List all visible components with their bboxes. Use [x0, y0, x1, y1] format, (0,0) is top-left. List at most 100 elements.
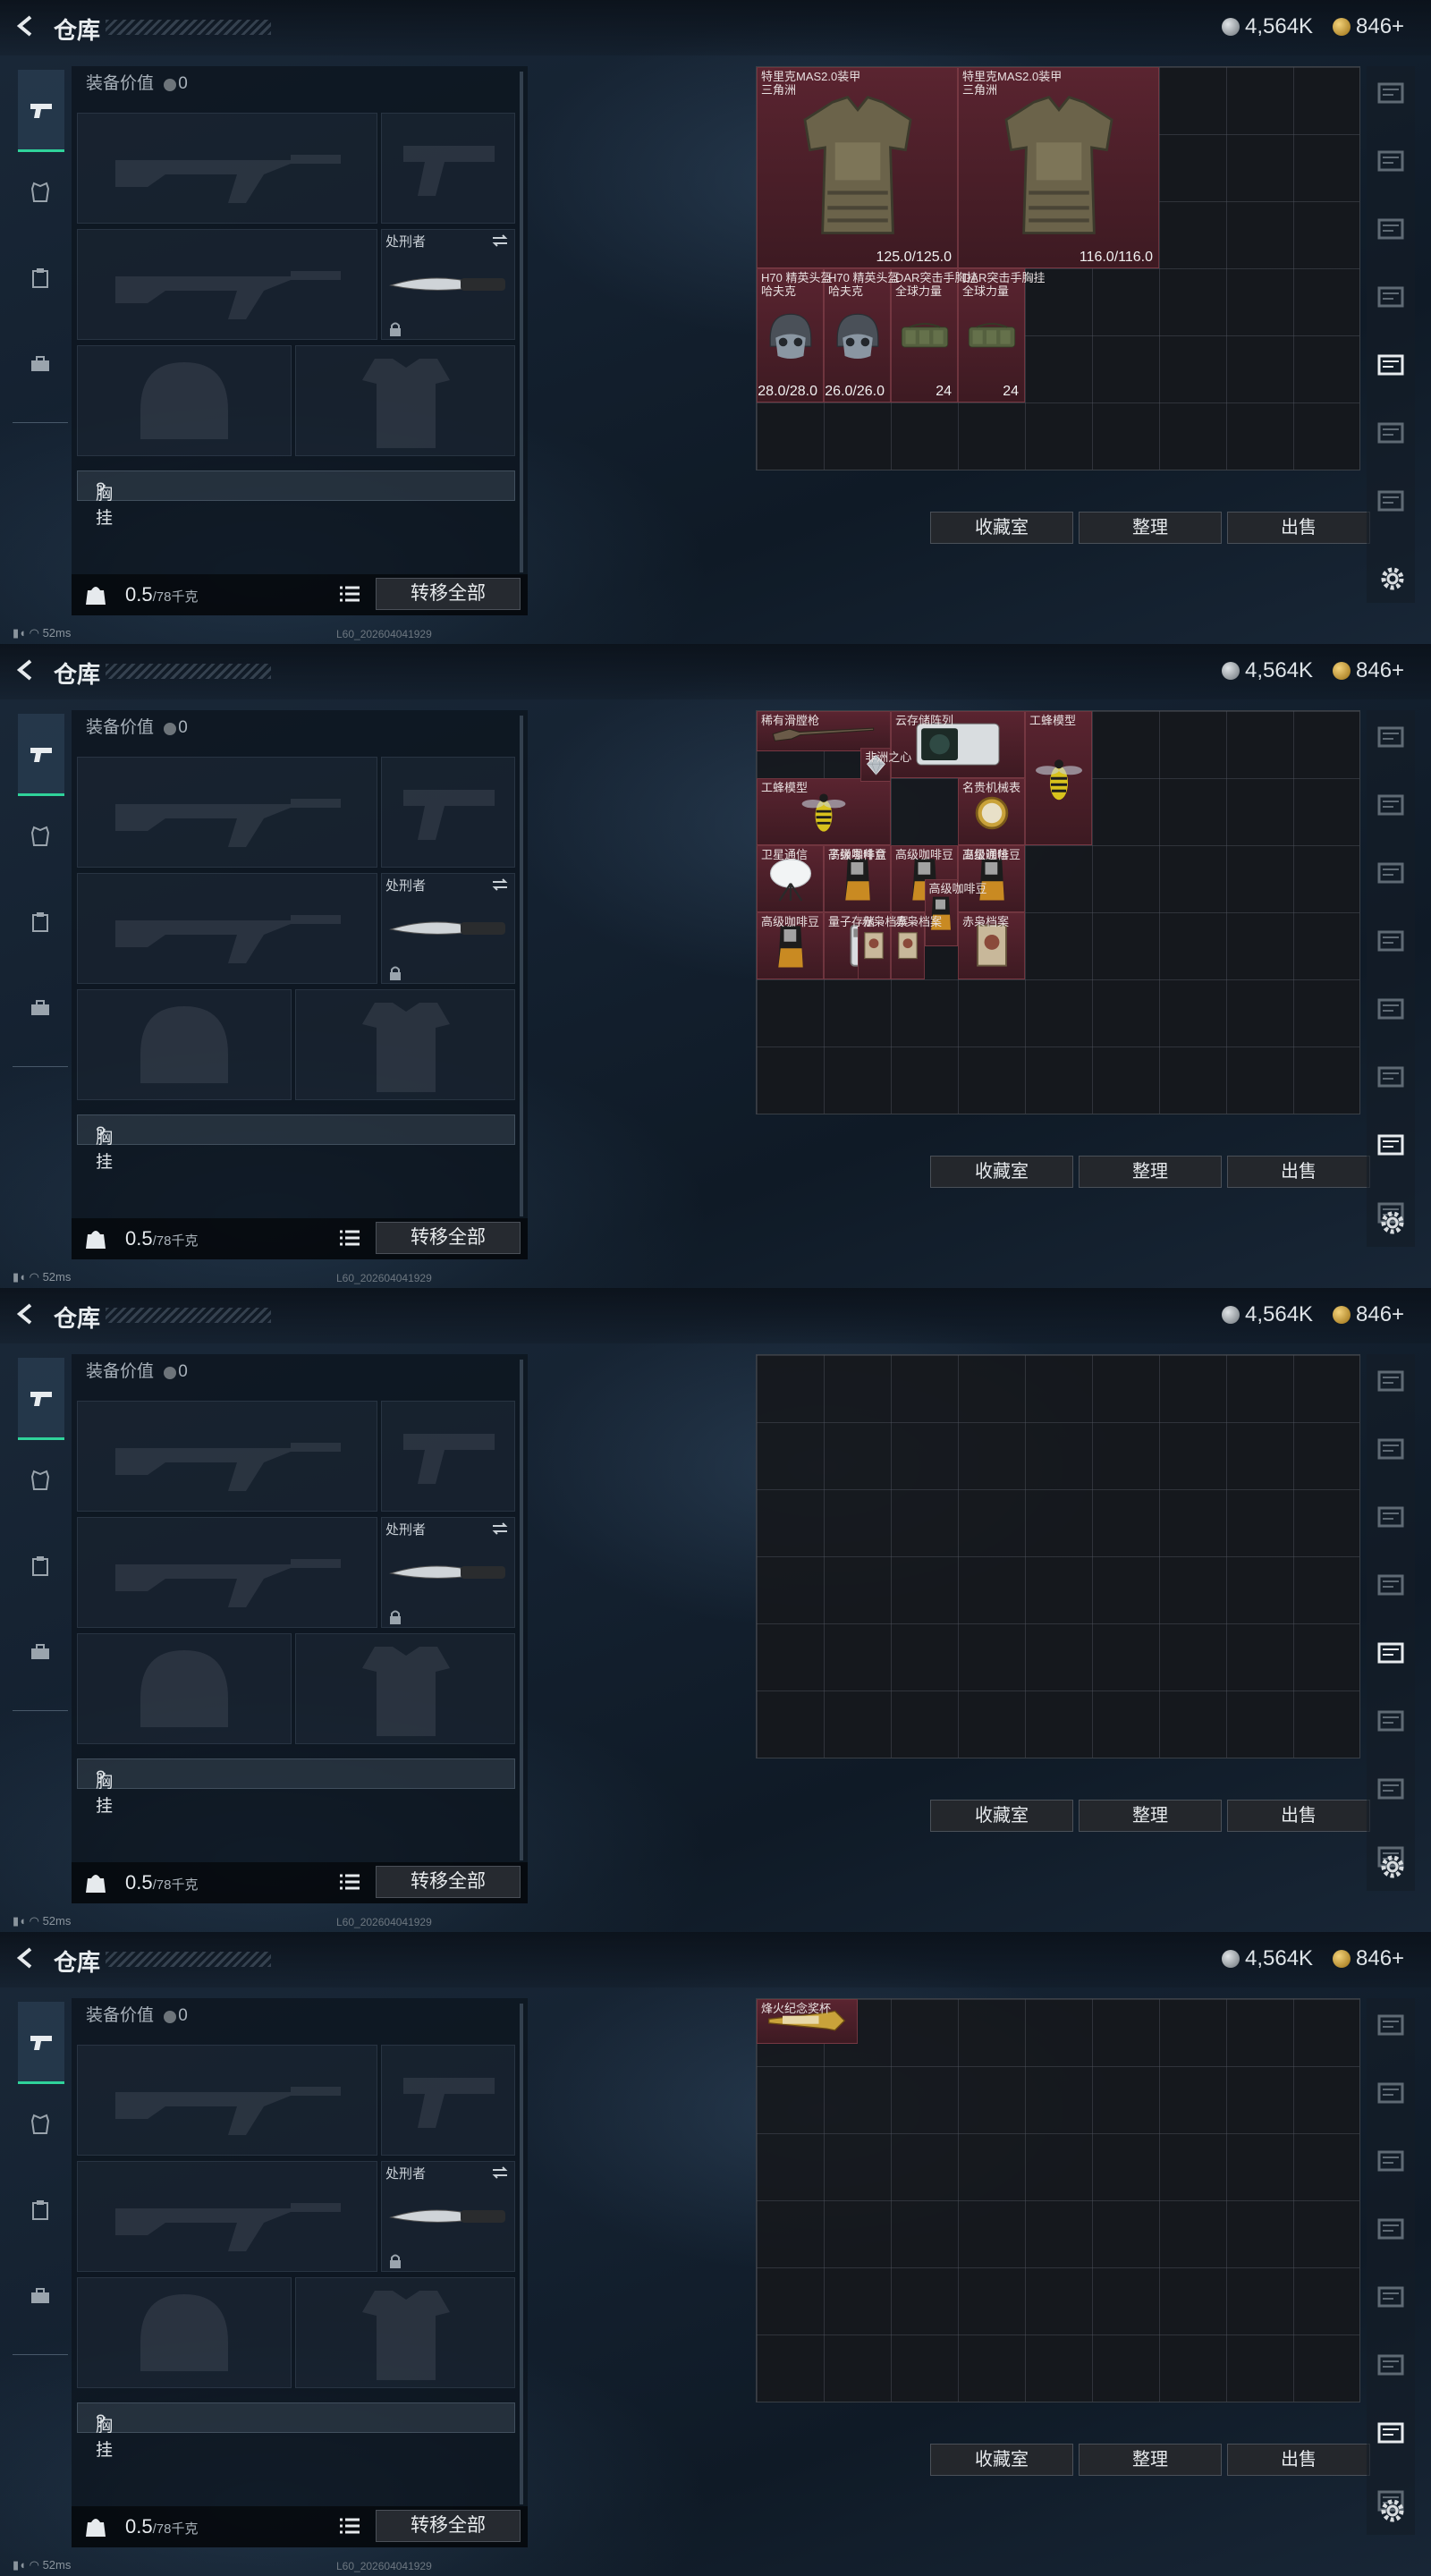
storage-tab-2[interactable] [1376, 1435, 1408, 1463]
swap-icon[interactable] [491, 2165, 509, 2180]
transfer-all-button[interactable]: 转移全部 [376, 578, 521, 610]
sell-button[interactable]: 出售 [1227, 1800, 1370, 1832]
organize-button[interactable]: 整理 [1079, 1800, 1222, 1832]
list-icon[interactable] [340, 1229, 360, 1247]
left-scrollbar[interactable] [520, 1360, 523, 1860]
storage-item[interactable]: 赤枭档案 [958, 912, 1025, 979]
storage-tab-6[interactable] [1376, 1707, 1408, 1735]
armor-slot[interactable] [295, 2277, 515, 2388]
storage-tab-5[interactable] [1376, 351, 1408, 379]
storage-item[interactable]: 高级咖啡豆 [824, 845, 891, 912]
sell-button[interactable]: 出售 [1227, 512, 1370, 544]
storage-tab-2[interactable] [1376, 2079, 1408, 2107]
storage-item[interactable]: 卫星通信 [757, 845, 824, 912]
helmet-slot[interactable] [77, 345, 292, 456]
left-scrollbar[interactable] [520, 716, 523, 1216]
storage-item[interactable]: 高级咖啡豆 [924, 878, 987, 946]
nav-armor[interactable] [20, 816, 61, 857]
storage-item[interactable]: 稀有滑膛枪 [757, 711, 891, 751]
storage-item[interactable]: 烽火纪念奖杯 [757, 1999, 858, 2044]
storage-tab-1[interactable] [1376, 723, 1408, 751]
sell-button[interactable]: 出售 [1227, 2444, 1370, 2476]
chest-help-icon[interactable]: ? [96, 2412, 106, 2432]
collection-room-button[interactable]: 收藏室 [930, 1156, 1073, 1188]
storage-tab-1[interactable] [1376, 79, 1408, 107]
melee-slot[interactable]: 处刑者 [381, 873, 515, 984]
gear-icon[interactable] [1377, 564, 1408, 594]
armor-slot[interactable] [295, 345, 515, 456]
melee-slot[interactable]: 处刑者 [381, 1517, 515, 1628]
list-icon[interactable] [340, 1873, 360, 1891]
melee-slot[interactable]: 处刑者 [381, 2161, 515, 2272]
nav-weapons[interactable] [18, 2002, 64, 2084]
storage-tab-4[interactable] [1376, 927, 1408, 955]
nav-weapons[interactable] [18, 70, 64, 152]
primary-weapon-slot[interactable] [77, 757, 377, 868]
chest-help-icon[interactable]: ? [96, 1124, 106, 1144]
storage-tab-3[interactable] [1376, 859, 1408, 887]
storage-tab-3[interactable] [1376, 215, 1408, 243]
storage-tab-4[interactable] [1376, 1571, 1408, 1599]
collection-room-button[interactable]: 收藏室 [930, 2444, 1073, 2476]
nav-bags[interactable] [20, 343, 61, 385]
nav-bags[interactable] [20, 1631, 61, 1673]
storage-item[interactable]: 赤枭档案 [857, 912, 909, 979]
nav-bags[interactable] [20, 2275, 61, 2317]
armor-slot[interactable] [295, 989, 515, 1100]
melee-slot[interactable]: 处刑者 [381, 229, 515, 340]
nav-supplies[interactable] [20, 258, 61, 299]
nav-armor[interactable] [20, 2104, 61, 2145]
nav-armor[interactable] [20, 172, 61, 213]
storage-tab-7[interactable] [1376, 1131, 1408, 1159]
storage-item[interactable]: 云存储阵列 [891, 711, 1025, 778]
nav-bags[interactable] [20, 987, 61, 1029]
chest-rig-slot[interactable]: 胸挂 ? [77, 1758, 515, 1816]
collection-room-button[interactable]: 收藏室 [930, 512, 1073, 544]
storage-tab-7[interactable] [1376, 2419, 1408, 2447]
nav-supplies[interactable] [20, 2190, 61, 2231]
storage-tab-6[interactable] [1376, 1063, 1408, 1091]
transfer-all-button[interactable]: 转移全部 [376, 2510, 521, 2542]
storage-tab-7[interactable] [1376, 1775, 1408, 1803]
secondary-weapon-slot[interactable] [77, 1517, 377, 1628]
collection-room-button[interactable]: 收藏室 [930, 1800, 1073, 1832]
nav-weapons[interactable] [18, 1358, 64, 1440]
storage-tab-7[interactable] [1376, 487, 1408, 515]
helmet-slot[interactable] [77, 2277, 292, 2388]
armor-slot[interactable] [295, 1633, 515, 1744]
back-arrow-icon[interactable] [13, 13, 39, 39]
storage-item[interactable]: 特里克MAS2.0装甲 三角洲 125.0/125.0 [757, 67, 958, 268]
gear-icon[interactable] [1377, 1852, 1408, 1882]
swap-icon[interactable] [491, 877, 509, 892]
chest-rig-slot[interactable]: 胸挂 ? [77, 1114, 515, 1172]
primary-weapon-slot[interactable] [77, 2045, 377, 2156]
pistol-slot[interactable] [381, 1401, 515, 1512]
storage-item[interactable]: DAR突击手胸挂 全球力量 24 [891, 268, 978, 402]
nav-supplies[interactable] [20, 1546, 61, 1587]
back-arrow-icon[interactable] [13, 1301, 39, 1327]
list-icon[interactable] [340, 2517, 360, 2535]
left-scrollbar[interactable] [520, 2004, 523, 2504]
storage-item[interactable]: 赤枭档案 [891, 912, 942, 979]
storage-tab-3[interactable] [1376, 1503, 1408, 1531]
left-scrollbar[interactable] [520, 72, 523, 572]
storage-item[interactable]: 名贵机械表 [958, 778, 1025, 845]
storage-tab-2[interactable] [1376, 791, 1408, 819]
storage-item[interactable]: 工蜂模型 [1025, 711, 1092, 845]
helmet-slot[interactable] [77, 989, 292, 1100]
storage-tab-1[interactable] [1376, 2011, 1408, 2039]
pistol-slot[interactable] [381, 113, 515, 224]
chest-help-icon[interactable]: ? [96, 1768, 106, 1788]
storage-tab-6[interactable] [1376, 2351, 1408, 2379]
nav-supplies[interactable] [20, 902, 61, 943]
storage-tab-3[interactable] [1376, 2147, 1408, 2175]
nav-weapons[interactable] [18, 714, 64, 796]
transfer-all-button[interactable]: 转移全部 [376, 1866, 521, 1898]
storage-item[interactable]: DAR突击手胸挂 全球力量 24 [958, 268, 1045, 402]
primary-weapon-slot[interactable] [77, 1401, 377, 1512]
list-icon[interactable] [340, 585, 360, 603]
storage-tab-5[interactable] [1376, 2283, 1408, 2311]
storage-item[interactable]: H70 精英头盔 哈夫克 28.0/28.0 [757, 268, 832, 402]
nav-armor[interactable] [20, 1460, 61, 1501]
storage-tab-6[interactable] [1376, 419, 1408, 447]
